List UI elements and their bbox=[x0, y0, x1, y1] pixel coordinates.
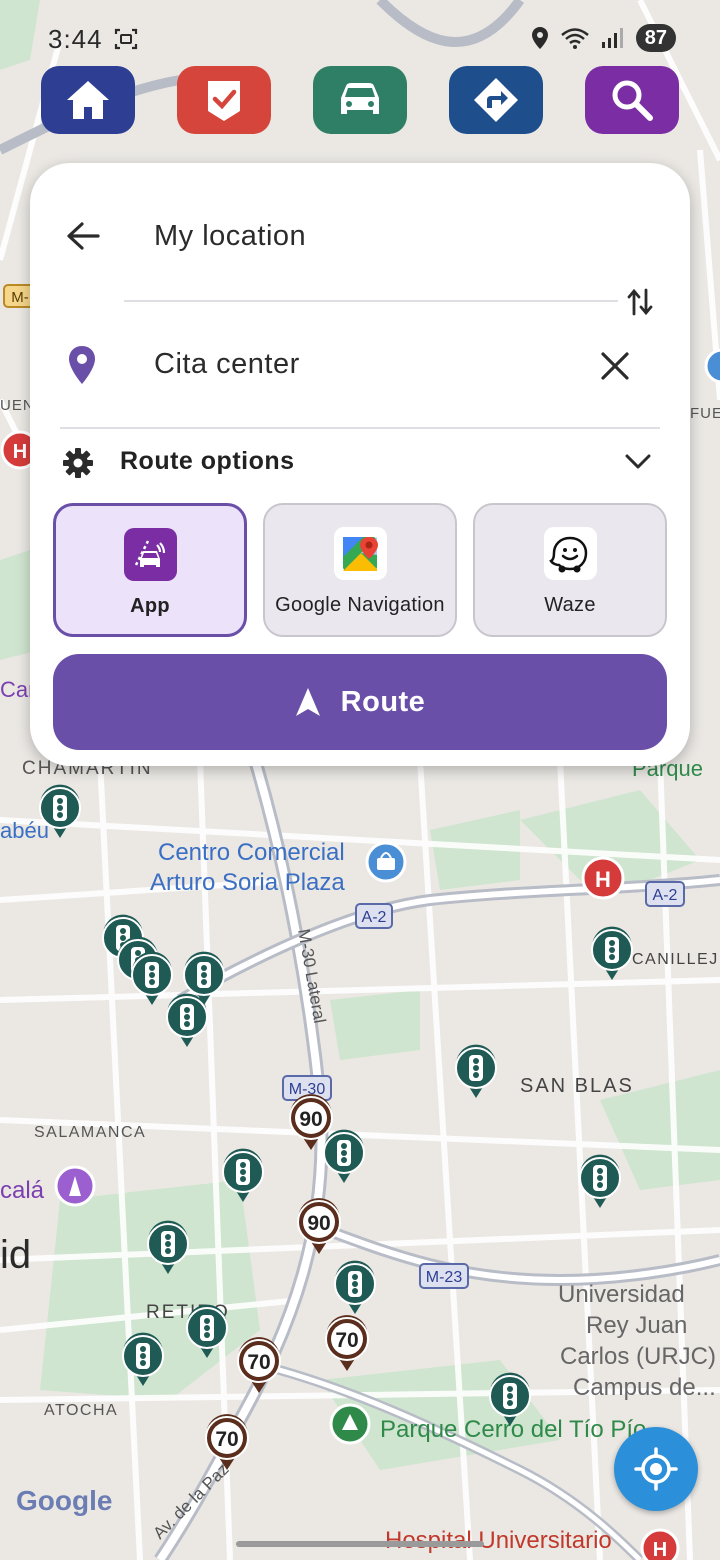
road-shield-m23: M-23 bbox=[419, 1263, 469, 1289]
back-arrow-icon[interactable] bbox=[66, 221, 100, 251]
app-option-waze[interactable]: Waze bbox=[473, 503, 667, 637]
road-shield-a2-b: A-2 bbox=[645, 881, 685, 907]
hospital-pin[interactable]: H bbox=[581, 856, 625, 900]
app-option-label: Waze bbox=[544, 594, 596, 616]
map-label-universidad-1: Universidad bbox=[558, 1281, 685, 1308]
map-label-san-blas: SAN BLAS bbox=[520, 1075, 634, 1097]
google-maps-icon bbox=[333, 527, 387, 580]
svg-text:H: H bbox=[13, 441, 27, 463]
map-label-universidad-2: Rey Juan bbox=[586, 1312, 687, 1339]
map-label-alcala: calá bbox=[0, 1177, 45, 1204]
speed-limit-value: 70 bbox=[247, 1351, 270, 1374]
svg-text:M-23: M-23 bbox=[426, 1269, 463, 1286]
origin-field[interactable]: My location bbox=[154, 220, 306, 253]
home-icon bbox=[67, 81, 109, 119]
map-label-universidad-4: Campus de... bbox=[573, 1374, 716, 1401]
map-label-canillejas: CANILLEJ bbox=[632, 951, 719, 968]
speed-limit-value: 70 bbox=[335, 1329, 358, 1352]
svg-text:M-: M- bbox=[11, 289, 29, 306]
svg-text:H: H bbox=[653, 1539, 667, 1560]
location-icon bbox=[531, 27, 548, 49]
route-planner-card: My location Cita center Route options Ap… bbox=[30, 163, 690, 766]
checklist-button[interactable] bbox=[177, 66, 271, 134]
speed-limit-value: 90 bbox=[299, 1108, 322, 1131]
map-label-abeu: abéu bbox=[0, 818, 49, 843]
road-shield-a2-a: A-2 bbox=[355, 903, 393, 929]
destination-pin-icon bbox=[69, 346, 95, 384]
app-option-app[interactable]: App bbox=[53, 503, 247, 637]
map-label-centro-1: Centro Comercial bbox=[158, 839, 345, 866]
map-label-centro-2: Arturo Soria Plaza bbox=[150, 869, 345, 896]
car-button[interactable] bbox=[313, 66, 407, 134]
speed-limit-value: 90 bbox=[307, 1212, 330, 1235]
battery-indicator: 87 bbox=[635, 24, 676, 52]
car-icon bbox=[341, 83, 379, 114]
field-divider bbox=[124, 300, 618, 302]
waze-icon bbox=[543, 527, 597, 580]
signal-icon bbox=[601, 28, 623, 48]
app-option-google-navigation[interactable]: Google Navigation bbox=[263, 503, 457, 637]
app-option-label: App bbox=[130, 595, 170, 617]
clear-icon[interactable] bbox=[600, 351, 630, 381]
map-label-universidad-3: Carlos (URJC) bbox=[560, 1343, 716, 1370]
svg-text:A-2: A-2 bbox=[362, 909, 387, 926]
svg-text:A-2: A-2 bbox=[653, 887, 678, 904]
gear-icon bbox=[63, 448, 93, 478]
home-indicator[interactable] bbox=[236, 1541, 484, 1547]
checklist-icon bbox=[208, 81, 240, 121]
hospital-pin-bottom[interactable]: H bbox=[640, 1528, 680, 1560]
app-logo-icon bbox=[123, 528, 177, 581]
route-options-title[interactable]: Route options bbox=[120, 447, 295, 476]
search-button[interactable] bbox=[585, 66, 679, 134]
destination-field[interactable]: Cita center bbox=[154, 348, 300, 381]
search-icon bbox=[612, 80, 653, 121]
shopping-bag-icon[interactable] bbox=[365, 841, 407, 883]
status-icons: 87 bbox=[530, 24, 676, 52]
status-time: 3:44 bbox=[48, 24, 103, 54]
screenshot-icon bbox=[114, 28, 138, 50]
section-divider bbox=[60, 427, 660, 429]
crosshair-icon bbox=[634, 1447, 678, 1491]
directions-button[interactable] bbox=[449, 66, 543, 134]
map-label-fuen-right: FUE bbox=[690, 405, 720, 422]
map-label-madrid: id bbox=[0, 1233, 31, 1277]
route-button[interactable]: Route bbox=[53, 654, 667, 750]
map-label-salamanca: SALAMANCA bbox=[34, 1124, 146, 1141]
chevron-down-icon[interactable] bbox=[624, 452, 652, 472]
directions-icon bbox=[474, 78, 518, 122]
swap-icon[interactable] bbox=[627, 288, 653, 316]
home-button[interactable] bbox=[41, 66, 135, 134]
app-option-label: Google Navigation bbox=[275, 594, 445, 616]
wifi-icon bbox=[560, 28, 589, 49]
svg-text:H: H bbox=[595, 867, 611, 892]
route-button-label: Route bbox=[340, 685, 426, 718]
top-toolbar bbox=[41, 66, 681, 134]
map-google-logo: Google bbox=[16, 1485, 112, 1516]
my-location-button[interactable] bbox=[614, 1427, 698, 1511]
monument-icon[interactable] bbox=[54, 1165, 96, 1207]
navigation-arrow-icon bbox=[295, 688, 320, 716]
map-label-atocha: ATOCHA bbox=[44, 1402, 118, 1419]
park-tree-icon[interactable] bbox=[329, 1403, 371, 1445]
speed-limit-value: 70 bbox=[215, 1428, 238, 1451]
